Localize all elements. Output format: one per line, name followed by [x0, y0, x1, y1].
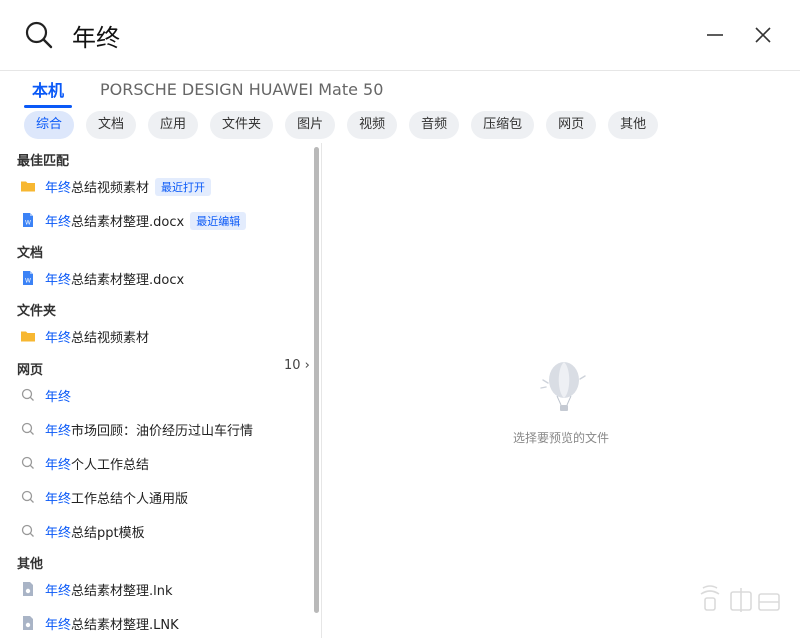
result-item[interactable]: 年终总结视频素材 最近打开 — [0, 172, 310, 200]
preview-empty-text: 选择要预览的文件 — [512, 431, 609, 445]
suggestion-label: 年终市场回顾：油价经历过山车行情 — [45, 423, 254, 439]
suggestion-label: 年终工作总结个人通用版 — [45, 491, 189, 507]
word-doc-icon: W — [23, 213, 33, 227]
web-suggestion[interactable]: 年终 — [0, 381, 310, 409]
web-more-link[interactable]: 10 › — [284, 358, 310, 373]
word-doc-icon: W — [23, 271, 33, 285]
result-item[interactable]: 年终总结视频素材 — [0, 322, 310, 350]
search-suggestion-icon — [21, 456, 34, 469]
search-suggestion-icon — [21, 524, 34, 537]
folder-icon — [21, 181, 35, 192]
result-item[interactable]: W 年终总结素材整理.docx 最近编辑 — [0, 206, 310, 234]
suggestion-label: 年终个人工作总结 — [45, 457, 150, 473]
preview-pane: 选择要预览的文件 — [322, 143, 800, 638]
section-title-best-match: 最佳匹配 — [17, 154, 70, 169]
tab-local[interactable]: 本机 — [24, 77, 73, 108]
filter-audio[interactable]: 音频 — [409, 111, 460, 139]
result-label: 年终总结视频素材 最近打开 — [45, 177, 212, 196]
search-input[interactable] — [72, 16, 632, 54]
filter-videos[interactable]: 视频 — [347, 111, 398, 139]
result-label: 年终总结素材整理.docx — [45, 272, 185, 288]
result-item[interactable]: 年终总结素材整理.LNK — [0, 609, 310, 637]
section-title-web: 网页 — [17, 363, 44, 378]
suggestion-label: 年终总结ppt模板 — [45, 525, 145, 541]
web-suggestion[interactable]: 年终总结ppt模板 — [0, 517, 310, 545]
minimize-button[interactable] — [700, 20, 730, 50]
section-title-documents: 文档 — [17, 246, 44, 261]
result-label: 年终总结素材整理.docx 最近编辑 — [45, 211, 247, 230]
section-title-folders: 文件夹 — [17, 304, 57, 319]
result-label: 年终总结视频素材 — [45, 330, 150, 346]
results-list: 最佳匹配 年终总结视频素材 最近打开 W 年终总结素材整理.docx 最近编辑 文档… — [0, 143, 318, 638]
watermark-logo — [700, 585, 780, 612]
result-item[interactable]: 年终总结素材整理.lnk — [0, 575, 310, 603]
suggestion-label: 年终 — [45, 389, 72, 405]
filter-chips: 综合 文档 应用 文件夹 图片 视频 音频 压缩包 网页 其他 — [24, 111, 659, 139]
tab-phone[interactable]: PORSCHE DESIGN HUAWEI Mate 50 — [92, 80, 391, 101]
shortcut-file-icon — [23, 616, 33, 630]
search-icon — [25, 21, 53, 49]
filter-all[interactable]: 综合 — [24, 111, 75, 139]
filter-images[interactable]: 图片 — [285, 111, 336, 139]
result-label: 年终总结素材整理.LNK — [45, 617, 179, 633]
recent-badge: 最近编辑 — [190, 211, 247, 230]
web-suggestion[interactable]: 年终市场回顾：油价经历过山车行情 — [0, 415, 310, 443]
search-header — [0, 0, 800, 71]
shortcut-file-icon — [23, 582, 33, 596]
filter-folders[interactable]: 文件夹 — [210, 111, 274, 139]
search-suggestion-icon — [21, 388, 34, 401]
recent-badge: 最近打开 — [155, 177, 212, 196]
close-button[interactable] — [748, 20, 778, 50]
scope-tabs: 本机 PORSCHE DESIGN HUAWEI Mate 50 — [24, 76, 391, 108]
folder-icon — [21, 331, 35, 342]
filter-apps[interactable]: 应用 — [148, 111, 199, 139]
search-suggestion-icon — [21, 422, 34, 435]
result-label: 年终总结素材整理.lnk — [45, 583, 173, 599]
filter-other[interactable]: 其他 — [608, 111, 659, 139]
search-suggestion-icon — [21, 490, 34, 503]
web-suggestion[interactable]: 年终工作总结个人通用版 — [0, 483, 310, 511]
balloon-icon — [540, 362, 586, 411]
result-item[interactable]: W 年终总结素材整理.docx — [0, 264, 310, 292]
svg-text:W: W — [25, 278, 31, 285]
web-suggestion[interactable]: 年终个人工作总结 — [0, 449, 310, 477]
svg-text:W: W — [25, 220, 31, 227]
section-title-other: 其他 — [17, 557, 44, 572]
filter-web[interactable]: 网页 — [546, 111, 597, 139]
filter-documents[interactable]: 文档 — [86, 111, 137, 139]
results-scrollbar[interactable] — [314, 147, 319, 613]
filter-archives[interactable]: 压缩包 — [471, 111, 535, 139]
